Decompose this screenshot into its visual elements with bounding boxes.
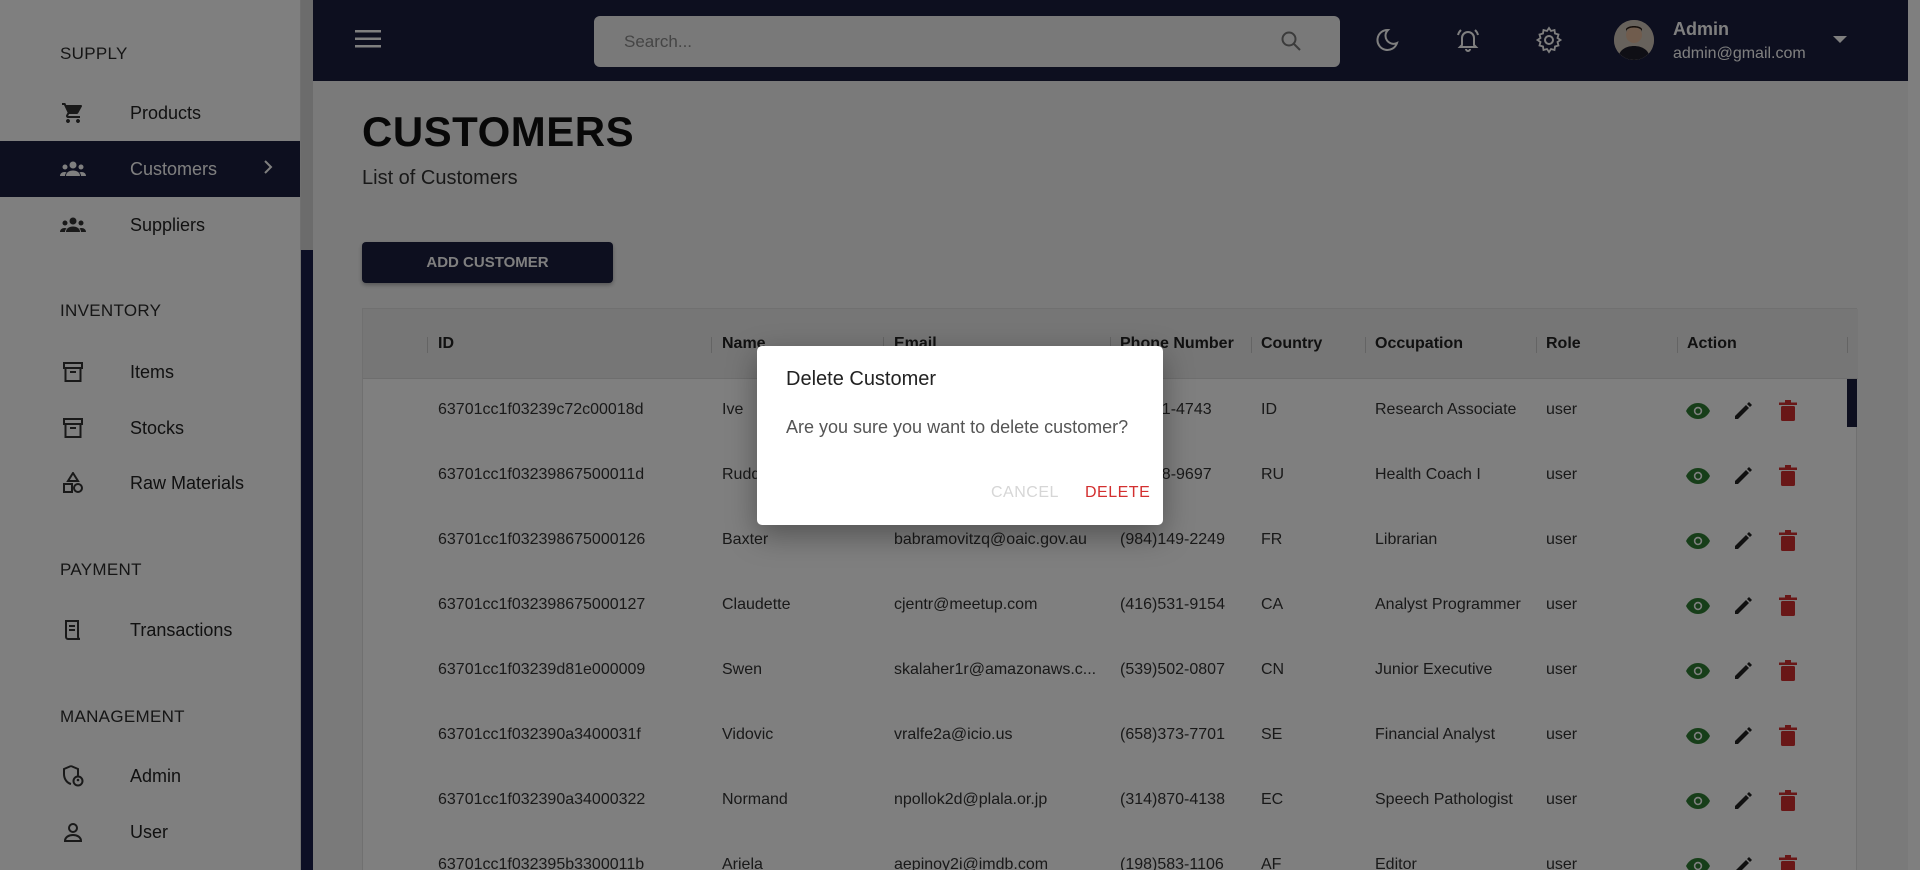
delete-customer-dialog: Delete Customer Are you sure you want to… [757,346,1163,525]
cancel-button[interactable]: CANCEL [991,484,1059,502]
dialog-message: Are you sure you want to delete customer… [786,417,1129,437]
delete-button[interactable]: DELETE [1085,484,1150,502]
dialog-title: Delete Customer [786,368,937,390]
